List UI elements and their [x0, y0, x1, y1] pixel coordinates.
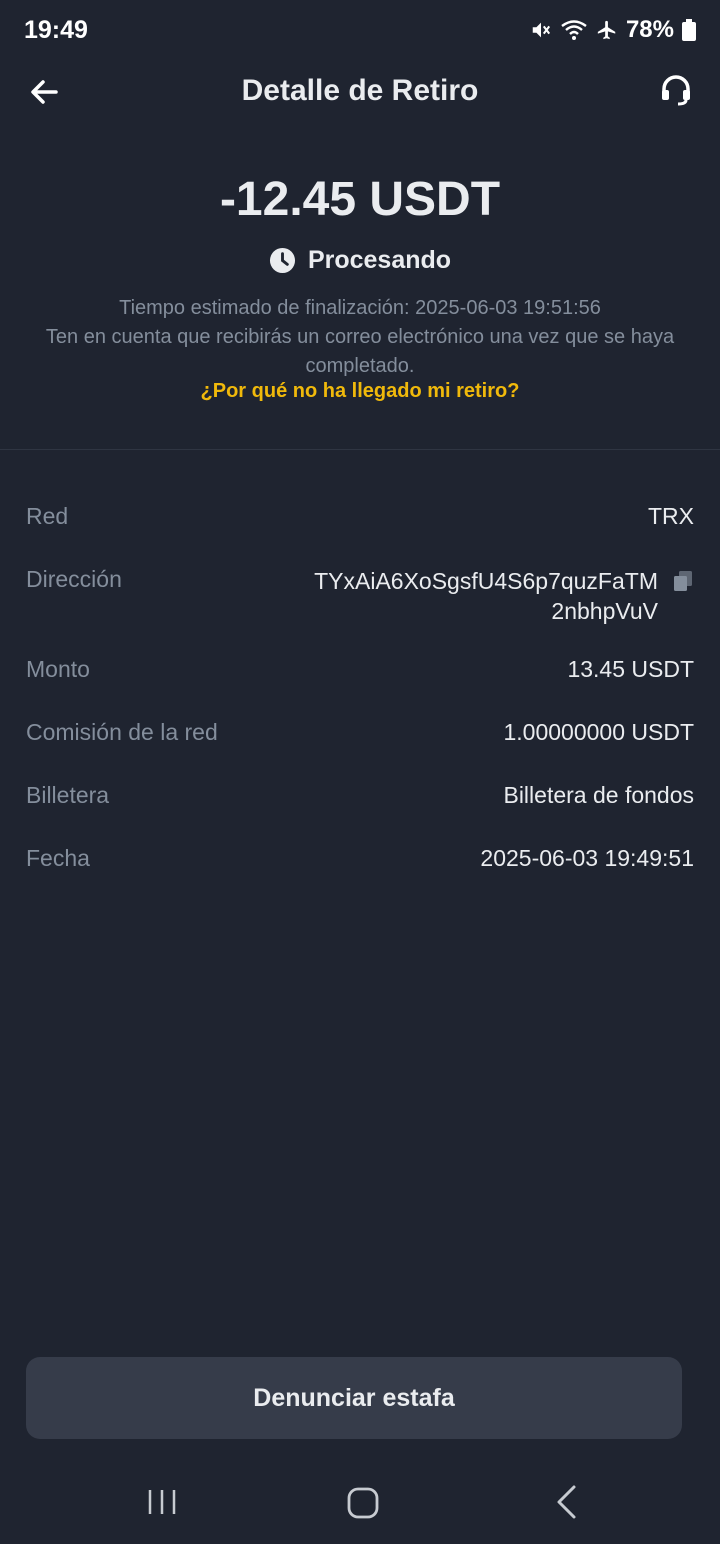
wallet-label: Billetera — [26, 782, 110, 808]
detail-row-date: Fecha 2025-06-03 19:49:51 — [26, 845, 694, 908]
withdrawal-detail-screen: 19:49 78% Detalle de Retiro -12.45 USDT … — [0, 0, 720, 1544]
date-label: Fecha — [26, 845, 90, 871]
headset-icon — [662, 75, 690, 106]
email-notice-text: Ten en cuenta que recibirás un correo el… — [45, 326, 675, 377]
amount-value: 13.45 USDT — [567, 656, 694, 682]
fee-label: Comisión de la red — [26, 719, 218, 745]
wallet-value: Billetera de fondos — [503, 782, 694, 808]
withdrawal-amount: -12.45 USDT — [219, 173, 501, 226]
detail-row-network: Red TRX — [26, 503, 694, 566]
airplane-icon — [597, 20, 616, 40]
recents-icon[interactable] — [146, 1486, 178, 1518]
date-value: 2025-06-03 19:49:51 — [480, 845, 694, 871]
completion-notice: Tiempo estimado de finalización: 2025-06… — [20, 294, 700, 381]
mute-icon — [532, 22, 551, 38]
status-bar: 19:49 78% — [0, 0, 720, 62]
why-not-arrived-link[interactable]: ¿Por qué no ha llegado mi retiro? — [0, 380, 720, 403]
page-title: Detalle de Retiro — [241, 74, 479, 107]
address-value: TYxAiA6XoSgsfU4S6p7quzFaTM2nbhpVuV — [314, 568, 658, 624]
detail-row-wallet: Billetera Billetera de fondos — [26, 782, 694, 845]
eta-text: Tiempo estimado de finalización: 2025-06… — [119, 297, 601, 319]
clock-icon — [269, 247, 295, 274]
home-icon[interactable] — [346, 1486, 380, 1520]
system-navigation-bar — [0, 1462, 720, 1544]
wifi-icon — [561, 20, 587, 40]
status-text: Procesando — [307, 246, 452, 274]
detail-row-amount: Monto 13.45 USDT — [26, 656, 694, 719]
battery-percent: 78% — [625, 16, 674, 43]
support-button[interactable] — [658, 72, 694, 108]
battery-icon — [682, 19, 696, 41]
copy-icon[interactable] — [672, 570, 694, 592]
amount-label: Monto — [26, 656, 90, 682]
back-nav-icon[interactable] — [552, 1484, 580, 1520]
detail-row-fee: Comisión de la red 1.00000000 USDT — [26, 719, 694, 782]
withdrawal-details: Red TRX Dirección TYxAiA6XoSgsfU4S6p7quz… — [26, 503, 694, 908]
address-group: TYxAiA6XoSgsfU4S6p7quzFaTM2nbhpVuV — [314, 566, 694, 626]
detail-row-address: Dirección TYxAiA6XoSgsfU4S6p7quzFaTM2nbh… — [26, 566, 694, 656]
fee-value: 1.00000000 USDT — [503, 719, 694, 745]
report-scam-button[interactable]: Denunciar estafa — [26, 1357, 682, 1439]
status-time: 19:49 — [24, 16, 88, 44]
divider — [0, 449, 720, 450]
status-icons: 78% — [530, 16, 696, 44]
status-indicator: Procesando — [0, 246, 720, 275]
network-label: Red — [26, 503, 69, 529]
address-label: Dirección — [26, 566, 122, 592]
top-app-bar: Detalle de Retiro — [0, 62, 720, 120]
network-value: TRX — [648, 503, 694, 529]
